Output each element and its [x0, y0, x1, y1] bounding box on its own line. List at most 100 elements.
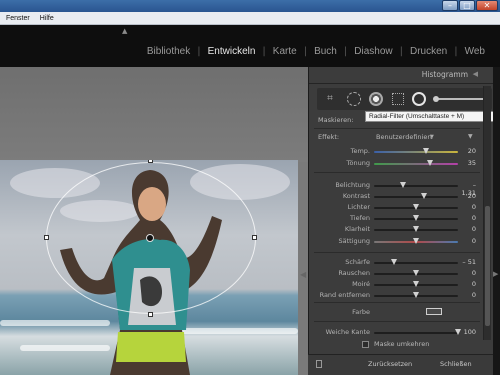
slider-row: Schärfe – 51 [312, 257, 482, 268]
slider-knob[interactable] [427, 160, 434, 166]
slider-label: Tiefen [350, 214, 370, 222]
histogram-title: Histogramm [421, 70, 468, 79]
slider-label: Rand entfernen [319, 291, 370, 299]
radial-handle-right[interactable] [252, 235, 257, 240]
slider-row: Rand entfernen 0 [312, 290, 482, 301]
module-web[interactable]: Web [458, 46, 492, 57]
toggle-switch-icon[interactable] [316, 360, 322, 368]
slider-value[interactable]: 0 [460, 269, 476, 277]
slider-value[interactable]: 20 [460, 147, 476, 155]
slider-knob[interactable] [413, 215, 419, 221]
slider-track[interactable] [374, 196, 458, 198]
slider-row: Sättigung 0 [312, 236, 482, 247]
effect-dropdown[interactable]: Benutzerdefiniert [376, 133, 433, 141]
menu-bar: Fenster Hilfe [0, 12, 500, 25]
module-bibliothek[interactable]: Bibliothek [140, 46, 197, 57]
expand-triangle-icon[interactable]: ▼ [468, 133, 473, 140]
slider-track[interactable] [374, 185, 458, 187]
radial-center-pin[interactable] [146, 234, 154, 242]
collapse-triangle-icon[interactable]: ◀ [473, 70, 478, 78]
slider-label: Lichter [347, 203, 370, 211]
slider-label: Belichtung [335, 181, 370, 189]
slider-row: Belichtung – 1,31 [312, 180, 482, 197]
section-divider [314, 302, 480, 303]
tool-strip: ⌗ [317, 88, 492, 110]
spot-removal-tool-icon[interactable] [347, 92, 361, 106]
brush-slider-knob-icon[interactable] [433, 96, 439, 102]
slider-value[interactable]: 0 [460, 214, 476, 222]
module-buch[interactable]: Buch [307, 46, 344, 57]
crop-tool-icon[interactable]: ⌗ [323, 92, 337, 106]
slider-row: Lichter 0 [312, 202, 482, 213]
window-titlebar: – □ ✕ [0, 0, 500, 12]
photo-preview[interactable] [0, 160, 298, 375]
adjustment-brush-tool-icon[interactable] [434, 98, 484, 100]
close-window-button[interactable]: ✕ [476, 0, 498, 11]
slider-knob[interactable] [413, 281, 419, 287]
slider-knob[interactable] [413, 270, 419, 276]
slider-knob[interactable] [391, 259, 398, 265]
effect-row: Effekt: Benutzerdefiniert ▼ ▼ [312, 131, 482, 143]
radial-handle-left[interactable] [44, 235, 49, 240]
slider-knob[interactable] [413, 204, 419, 210]
left-edge-arrow-icon[interactable]: ◀ [300, 270, 306, 279]
menu-hilfe[interactable]: Hilfe [40, 15, 54, 22]
section-divider [314, 321, 480, 322]
slider-label: Schärfe [345, 258, 370, 266]
slider-track[interactable] [374, 163, 458, 165]
module-entwickeln[interactable]: Entwickeln [201, 46, 263, 57]
invert-mask-checkbox[interactable] [362, 341, 369, 348]
histogram-header[interactable]: Histogramm ◀ [309, 67, 500, 84]
top-panel-toggle-icon[interactable]: ▲ [122, 27, 127, 35]
right-panel-edge [493, 67, 500, 375]
menu-fenster[interactable]: Fenster [6, 15, 30, 22]
right-panel-toggle-icon[interactable]: ▶ [493, 270, 498, 278]
slider-knob[interactable] [413, 292, 419, 298]
slider-track[interactable] [374, 151, 458, 153]
slider-row: Tiefen 0 [312, 213, 482, 224]
feather-label: Weiche Kante [325, 328, 370, 336]
minimize-button[interactable]: – [442, 0, 458, 11]
graduated-filter-tool-icon[interactable] [392, 93, 404, 105]
slider-row: Temp. 20 [312, 146, 482, 157]
slider-knob[interactable] [413, 238, 419, 244]
color-swatch[interactable] [426, 308, 442, 315]
slider-value[interactable]: 20 [460, 192, 476, 200]
slider-knob[interactable] [413, 226, 419, 232]
radial-filter-tool-icon[interactable] [412, 92, 426, 106]
slider-value[interactable]: 0 [460, 203, 476, 211]
radial-handle-bottom[interactable] [148, 312, 153, 317]
effect-label: Effekt: [318, 133, 340, 141]
slider-knob[interactable] [423, 148, 430, 154]
slider-label: Kontrast [342, 192, 370, 200]
slider-value[interactable]: 0 [460, 291, 476, 299]
maximize-button[interactable]: □ [459, 0, 475, 11]
feather-value[interactable]: 100 [460, 328, 476, 336]
module-diashow[interactable]: Diashow [347, 46, 399, 57]
dropdown-chevron-icon[interactable]: ▼ [430, 134, 434, 140]
feather-slider-track[interactable] [374, 332, 458, 334]
slider-value[interactable]: 0 [460, 225, 476, 233]
module-karte[interactable]: Karte [266, 46, 304, 57]
close-panel-button[interactable]: Schließen [440, 360, 472, 368]
slider-row: Klarheit 0 [312, 224, 482, 235]
slider-knob[interactable] [399, 182, 406, 188]
slider-value[interactable]: 0 [460, 280, 476, 288]
image-canvas[interactable] [0, 67, 308, 375]
slider-label: Sättigung [338, 237, 370, 245]
feather-row: Weiche Kante 100 [312, 327, 482, 338]
red-eye-tool-icon[interactable] [369, 92, 383, 106]
module-list: Bibliothek | Entwickeln | Karte | Buch |… [140, 46, 492, 57]
slider-value[interactable]: 35 [460, 159, 476, 167]
slider-row: Tönung 35 [312, 158, 482, 169]
radial-handle-top[interactable] [148, 160, 153, 163]
panel-scrollbar[interactable] [483, 86, 491, 340]
module-drucken[interactable]: Drucken [403, 46, 454, 57]
slider-value[interactable]: – 51 [460, 258, 476, 266]
slider-label: Tönung [346, 159, 370, 167]
reset-button[interactable]: Zurücksetzen [368, 360, 412, 368]
slider-knob[interactable] [421, 193, 428, 199]
slider-track[interactable] [374, 262, 458, 264]
slider-value[interactable]: 0 [460, 237, 476, 245]
scrollbar-thumb[interactable] [485, 206, 490, 326]
